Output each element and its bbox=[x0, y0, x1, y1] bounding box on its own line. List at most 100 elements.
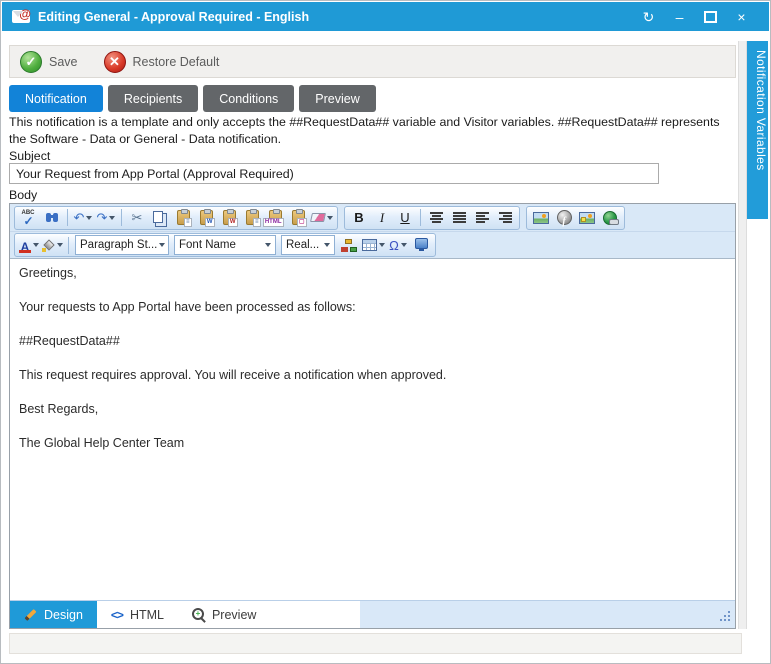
undo-button[interactable]: ↶ bbox=[72, 207, 94, 228]
paste-as-html-icon-overlay: HTML bbox=[263, 218, 284, 227]
design-tab-label: Design bbox=[44, 608, 83, 622]
paragraph-style-combo-label: Paragraph St... bbox=[80, 239, 157, 251]
tab-conditions[interactable]: Conditions bbox=[203, 85, 294, 112]
format-stripper-button[interactable] bbox=[310, 207, 334, 228]
align-justify-icon bbox=[453, 212, 466, 223]
italic-icon: I bbox=[380, 211, 384, 224]
minimize-button[interactable]: – bbox=[664, 6, 695, 28]
paste-from-word-icon: W bbox=[200, 210, 213, 225]
maximize-button[interactable] bbox=[695, 6, 726, 28]
html-tab-label: HTML bbox=[130, 608, 164, 622]
refresh-button[interactable]: ↻ bbox=[633, 6, 664, 28]
font-name-combo-label: Font Name bbox=[179, 239, 236, 251]
maximize-icon bbox=[704, 11, 717, 23]
underline-icon: U bbox=[400, 211, 409, 224]
tab-preview[interactable]: Preview bbox=[299, 85, 375, 112]
align-right-button[interactable] bbox=[494, 207, 516, 228]
cut-button[interactable]: ✂ bbox=[126, 207, 148, 228]
paste-from-word-strip-font-icon: W bbox=[223, 210, 236, 225]
paste-icon: ≡ bbox=[177, 210, 190, 225]
align-left-button[interactable] bbox=[471, 207, 493, 228]
subject-input[interactable] bbox=[9, 163, 659, 184]
paste-from-word-strip-font-button[interactable]: W bbox=[218, 207, 240, 228]
font-name-combo[interactable]: Font Name bbox=[174, 235, 276, 255]
paste-from-word-strip-font-icon-overlay: W bbox=[228, 218, 238, 227]
toolbar-separator bbox=[67, 209, 68, 226]
insert-table-button[interactable] bbox=[361, 235, 386, 256]
window-title: Editing General - Approval Required - En… bbox=[38, 10, 309, 24]
tab-notification[interactable]: Notification bbox=[9, 85, 103, 112]
redo-button[interactable]: ↷ bbox=[95, 207, 117, 228]
preview-tab[interactable]: Preview bbox=[178, 601, 270, 628]
paste-as-html-button[interactable]: HTML bbox=[264, 207, 286, 228]
background-color-button[interactable] bbox=[41, 235, 64, 256]
paste-plain-text-icon: ≡ bbox=[246, 210, 259, 225]
insert-symbol-button[interactable]: Ω bbox=[387, 235, 409, 256]
find-and-replace-button[interactable] bbox=[41, 207, 63, 228]
paste-button[interactable]: ≡ bbox=[172, 207, 194, 228]
chevron-down-icon bbox=[324, 243, 330, 247]
dialog-footer bbox=[9, 633, 742, 654]
paste-from-word-button[interactable]: W bbox=[195, 207, 217, 228]
hyperlink-manager-button[interactable] bbox=[599, 207, 621, 228]
body-paragraph: ##RequestData## bbox=[19, 334, 726, 349]
flash-manager-button[interactable] bbox=[553, 207, 575, 228]
tabstrip-filler bbox=[360, 601, 735, 628]
italic-button[interactable]: I bbox=[371, 207, 393, 228]
body-label: Body bbox=[9, 188, 37, 202]
chevron-down-icon bbox=[159, 243, 165, 247]
format-stripper-icon bbox=[310, 213, 326, 222]
foreground-color-icon bbox=[19, 238, 31, 253]
align-center-button[interactable] bbox=[425, 207, 447, 228]
design-tab[interactable]: Design bbox=[10, 601, 97, 628]
paste-plain-text-button[interactable]: ≡ bbox=[241, 207, 263, 228]
restore-default-button[interactable]: ✕ Restore Default bbox=[104, 51, 220, 73]
font-size-combo-label: Real... bbox=[286, 239, 319, 251]
align-justify-button[interactable] bbox=[448, 207, 470, 228]
resize-grip[interactable] bbox=[718, 609, 731, 622]
app-mail-icon bbox=[12, 10, 30, 23]
redo-icon: ↷ bbox=[97, 211, 108, 224]
save-label: Save bbox=[49, 55, 78, 69]
editor-toolbar-row1: ↶↷✂≡WW≡HTML▢BIU bbox=[10, 204, 735, 232]
spellcheck-button[interactable] bbox=[18, 207, 40, 228]
module-manager-button[interactable] bbox=[410, 235, 432, 256]
insert-table-icon bbox=[362, 239, 377, 251]
paste-as-html-icon: HTML bbox=[269, 210, 282, 225]
editor-content-area[interactable]: Greetings,Your requests to App Portal ha… bbox=[10, 259, 735, 600]
spellcheck-icon bbox=[21, 210, 38, 226]
undo-icon: ↶ bbox=[74, 211, 85, 224]
paragraph-style-combo[interactable]: Paragraph St... bbox=[75, 235, 169, 255]
paste-markup-button[interactable]: ▢ bbox=[287, 207, 309, 228]
body-paragraph: This request requires approval. You will… bbox=[19, 368, 726, 383]
module-manager-icon bbox=[415, 238, 428, 249]
toolbar-separator bbox=[121, 209, 122, 226]
pencil-icon bbox=[24, 608, 37, 621]
copy-button[interactable] bbox=[149, 207, 171, 228]
save-button[interactable]: ✓ Save bbox=[20, 51, 78, 73]
chevron-down-icon bbox=[86, 216, 92, 220]
find-and-replace-icon bbox=[45, 211, 60, 224]
paste-icon-overlay: ≡ bbox=[184, 218, 192, 227]
notification-variables-tab[interactable]: Notification Variables bbox=[747, 41, 768, 219]
chevron-down-icon bbox=[379, 243, 385, 247]
chevron-down-icon bbox=[33, 243, 39, 247]
bold-icon: B bbox=[354, 211, 363, 224]
insert-image-button[interactable] bbox=[530, 207, 552, 228]
close-button[interactable]: × bbox=[726, 6, 757, 28]
bold-button[interactable]: B bbox=[348, 207, 370, 228]
tab-recipients[interactable]: Recipients bbox=[108, 85, 198, 112]
foreground-color-button[interactable] bbox=[18, 235, 40, 256]
font-size-combo[interactable]: Real... bbox=[281, 235, 335, 255]
html-tab[interactable]: HTML bbox=[97, 601, 178, 628]
background-color-icon bbox=[42, 239, 55, 252]
save-check-icon: ✓ bbox=[20, 51, 42, 73]
body-paragraph: Best Regards, bbox=[19, 402, 726, 417]
underline-button[interactable]: U bbox=[394, 207, 416, 228]
image-manager-button[interactable] bbox=[576, 207, 598, 228]
rich-text-editor: ↶↷✂≡WW≡HTML▢BIU Paragraph St...Font Name… bbox=[9, 203, 736, 629]
insert-symbol-icon: Ω bbox=[389, 239, 399, 252]
body-paragraph: The Global Help Center Team bbox=[19, 436, 726, 451]
flash-manager-icon bbox=[557, 210, 572, 225]
link-manager-button[interactable] bbox=[338, 235, 360, 256]
